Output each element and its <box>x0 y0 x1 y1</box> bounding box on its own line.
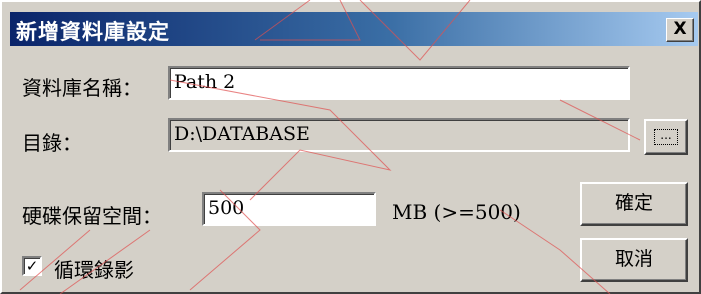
directory-field[interactable]: D:\DATABASE <box>168 118 630 152</box>
db-name-input[interactable]: Path 2 <box>168 66 630 100</box>
reserved-space-unit: MB (>=500) <box>392 200 521 224</box>
close-icon: X <box>673 19 687 39</box>
checkmark-icon: ✓ <box>25 257 39 275</box>
ok-button[interactable]: 確定 <box>580 182 688 226</box>
loop-record-label: 循環錄影 <box>54 258 134 282</box>
title-bar[interactable]: 新增資料庫設定 X <box>10 12 698 46</box>
db-name-label: 資料庫名稱： <box>22 76 142 100</box>
close-button[interactable]: X <box>666 18 694 42</box>
reserved-space-label: 硬碟保留空間： <box>22 204 162 228</box>
dialog-title: 新增資料庫設定 <box>16 20 170 44</box>
ellipsis-icon: ... <box>654 129 678 145</box>
cancel-button[interactable]: 取消 <box>580 238 688 282</box>
reserved-space-input[interactable]: 500 <box>202 192 376 226</box>
dialog-window: 新增資料庫設定 X 資料庫名稱： Path 2 目錄： D:\DATABASE … <box>0 0 701 294</box>
browse-button[interactable]: ... <box>644 119 688 155</box>
loop-record-checkbox[interactable]: ✓ <box>22 256 42 276</box>
directory-label: 目錄： <box>22 131 82 155</box>
